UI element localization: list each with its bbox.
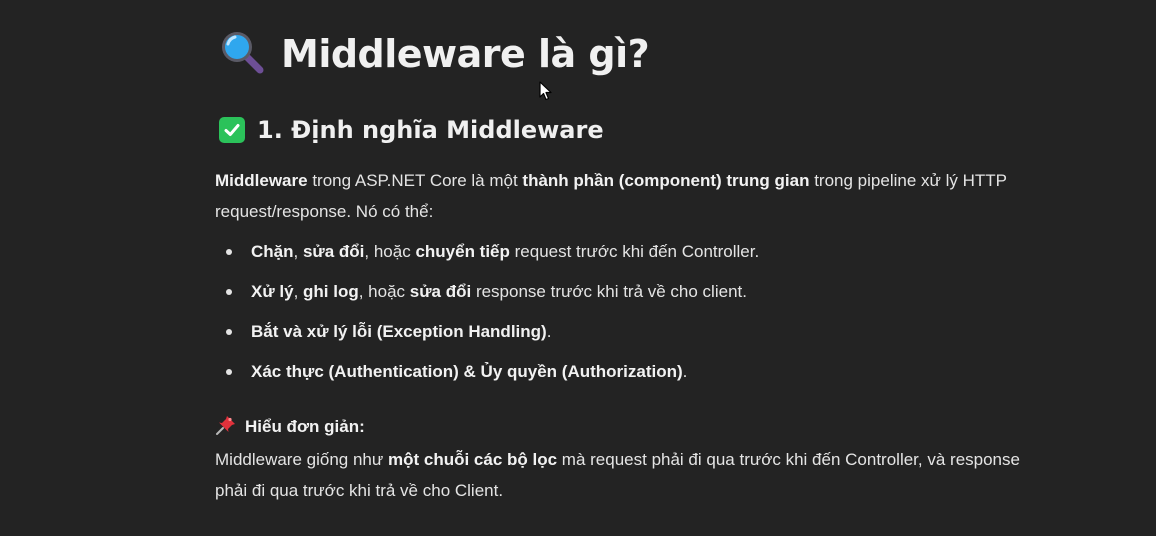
- bullet-dot: [226, 289, 232, 295]
- pushpin-icon: [215, 414, 237, 441]
- list-item: Chặn, sửa đổi, hoặc chuyển tiếp request …: [215, 232, 759, 272]
- text: ,: [293, 242, 303, 261]
- bold-text: thành phần (component) trung gian: [522, 171, 810, 190]
- list-item: Xác thực (Authentication) & Ủy quyền (Au…: [215, 352, 759, 392]
- bold-text: Xử lý: [251, 282, 294, 301]
- bullet-dot: [226, 369, 232, 375]
- note-paragraph: Middleware giống như một chuỗi các bộ lọ…: [215, 444, 1035, 506]
- bold-text: Bắt và xử lý lỗi (Exception Handling): [251, 322, 547, 341]
- bold-text: sửa đổi: [302, 242, 365, 261]
- magnifying-glass-icon: [219, 29, 265, 80]
- bold-text: một chuỗi các bộ lọc: [387, 450, 558, 469]
- note-heading: Hiểu đơn giản:: [215, 412, 365, 442]
- text: .: [546, 322, 552, 341]
- text: , hoặc: [358, 282, 410, 301]
- text: .: [682, 362, 688, 381]
- text: Middleware giống như: [215, 450, 388, 469]
- text: response trước khi trả về cho client.: [471, 282, 747, 301]
- bold-text: sửa đổi: [409, 282, 472, 301]
- text: , hoặc: [364, 242, 416, 261]
- text: trong ASP.NET Core là một: [307, 171, 523, 190]
- section-heading: 1. Định nghĩa Middleware: [219, 114, 604, 146]
- bold-text: ghi log: [303, 282, 359, 301]
- bullet-dot: [226, 329, 232, 335]
- note-label: Hiểu đơn giản:: [245, 417, 365, 436]
- bold-text: Middleware: [215, 171, 308, 190]
- page-heading: Middleware là gì?: [219, 28, 650, 80]
- mouse-cursor-icon: [539, 81, 553, 106]
- bold-text: chuyển tiếp: [415, 242, 510, 261]
- bold-text: Xác thực (Authentication) & Ủy quyền (Au…: [251, 362, 683, 381]
- heading-title: Middleware là gì?: [281, 32, 650, 76]
- capability-list: Chặn, sửa đổi, hoặc chuyển tiếp request …: [215, 232, 759, 392]
- list-item: Bắt và xử lý lỗi (Exception Handling).: [215, 312, 759, 352]
- bullet-dot: [226, 249, 232, 255]
- text: ,: [293, 282, 304, 301]
- text: request trước khi đến Controller.: [509, 242, 760, 261]
- intro-paragraph: Middleware trong ASP.NET Core là một thà…: [215, 165, 1045, 227]
- check-mark-button-icon: [219, 117, 245, 143]
- section-title: 1. Định nghĩa Middleware: [257, 116, 604, 144]
- list-item: Xử lý, ghi log, hoặc sửa đổi response tr…: [215, 272, 759, 312]
- bold-text: Chặn: [251, 242, 294, 261]
